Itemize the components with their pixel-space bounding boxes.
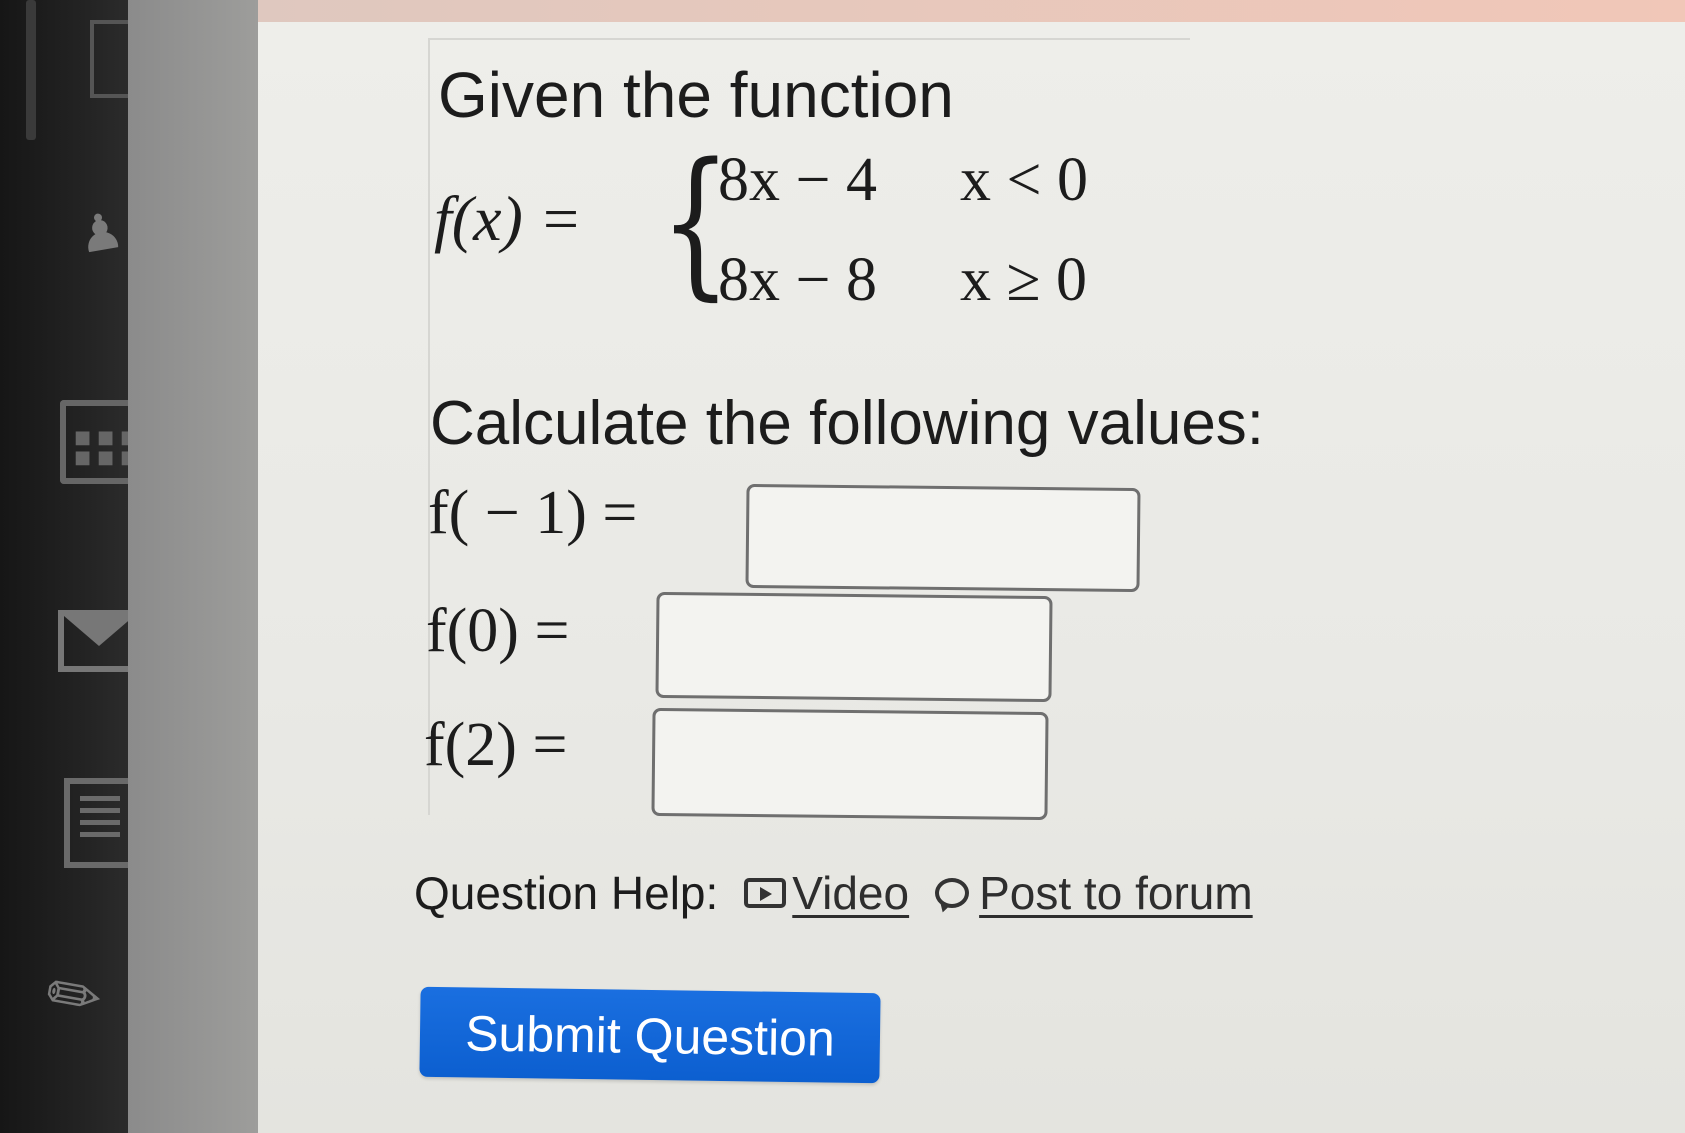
- video-icon: [744, 878, 787, 908]
- screen: ♟♟ ■■■ ■■■ ✎ Given the function f(x) = { …: [0, 0, 1685, 1133]
- function-lhs: f(x) =: [434, 183, 582, 254]
- video-link-label: Video: [792, 867, 910, 919]
- dashboard-icon[interactable]: [90, 20, 132, 98]
- case-2-expression: 8x − 8: [718, 246, 877, 314]
- sidebar-divider: [26, 0, 36, 140]
- case-2-condition: x ≥ 0: [960, 246, 1088, 314]
- app-sidebar: ♟♟ ■■■ ■■■ ✎: [0, 0, 172, 1133]
- case-1-expression: 8x − 4: [718, 146, 877, 214]
- question-help-label: Question Help:: [414, 867, 719, 919]
- submit-question-button[interactable]: Submit Question: [419, 986, 881, 1084]
- content-gutter: [128, 0, 258, 1133]
- answer-input-f-0[interactable]: [655, 591, 1053, 703]
- mail-icon[interactable]: [58, 610, 134, 672]
- case-1-condition: x < 0: [960, 146, 1088, 214]
- grades-icon[interactable]: [64, 778, 130, 868]
- answer-input-f-neg1[interactable]: [745, 483, 1141, 593]
- question-help: Question Help: Video Post to forum: [414, 866, 1253, 920]
- question-prompt: Calculate the following values:: [430, 389, 1265, 458]
- post-to-forum-label: Post to forum: [979, 867, 1253, 919]
- eval-label-f-2: f(2) =: [424, 711, 568, 779]
- calendar-icon[interactable]: ■■■ ■■■: [60, 400, 137, 484]
- speech-bubble-icon: [935, 878, 970, 908]
- eval-label-f-neg1: f( − 1) =: [428, 479, 638, 547]
- top-strip: [258, 0, 1685, 22]
- answer-input-f-2[interactable]: [651, 707, 1049, 821]
- pen-icon[interactable]: ✎: [32, 951, 118, 1042]
- post-to-forum-link[interactable]: Post to forum: [935, 866, 1253, 920]
- question-intro: Given the function: [438, 59, 954, 131]
- video-link[interactable]: Video: [744, 866, 909, 920]
- eval-label-f-0: f(0) =: [426, 597, 570, 665]
